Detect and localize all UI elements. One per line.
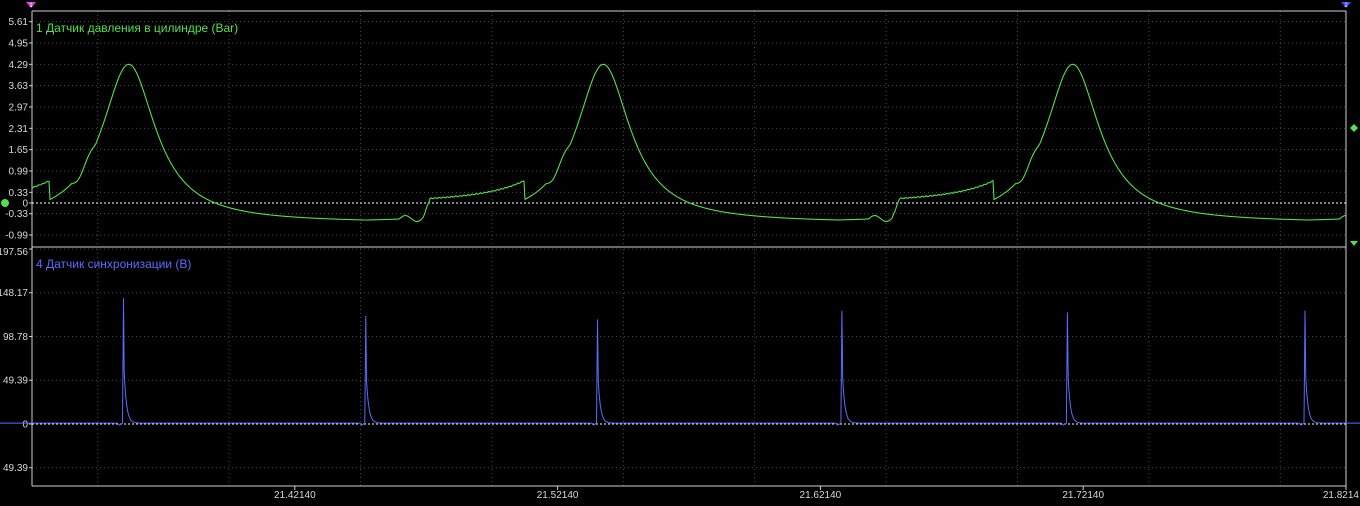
x-tick-label: 21.62140 [800, 490, 842, 501]
pressure-y-tick-label: 0.99 [9, 166, 29, 177]
pressure-y-tick-label: -0.99 [5, 230, 28, 241]
sync-y-tick-label: 197.56 [0, 247, 28, 258]
sync-y-axis: 197.56 148.17 98.78 49.39 0 49.39 [0, 247, 32, 474]
pressure-chart-title: 1 Датчик давления в цилиндре (Bar) [36, 21, 238, 35]
pressure-y-tick-label: -0.33 [5, 209, 28, 220]
sync-y-tick-label: 49.39 [3, 463, 28, 474]
pressure-y-tick-label: 0.33 [9, 188, 29, 199]
oscilloscope-view[interactable]: 5.614.954.293.632.972.311.650.990.330-0.… [0, 0, 1360, 506]
pressure-y-tick-label: 1.65 [9, 145, 29, 156]
sync-grid [32, 248, 1346, 486]
x-tick-label: 21.42140 [274, 490, 316, 501]
x-tick-label: 21.8214 [1323, 490, 1360, 501]
pressure-y-tick-label: 2.31 [9, 124, 29, 135]
pressure-offset-handle[interactable] [1, 199, 9, 207]
sync-y-tick-label: 148.17 [0, 288, 28, 299]
pressure-y-tick-label: 2.97 [9, 102, 29, 113]
sync-series-line [0, 298, 1360, 426]
pressure-grid [32, 11, 1346, 245]
trigger-level-handle[interactable] [1350, 124, 1358, 132]
cursor-marker-2[interactable]: 2 [1341, 2, 1351, 9]
sync-y-tick-label: 0 [22, 419, 28, 430]
sync-y-tick-label: 98.78 [3, 332, 28, 343]
x-tick-label: 21.72140 [1062, 490, 1104, 501]
pressure-y-tick-label: 4.29 [9, 60, 29, 71]
pressure-y-tick-label: 3.63 [9, 81, 29, 92]
pressure-y-axis: 5.614.954.293.632.972.311.650.990.330-0.… [5, 17, 32, 241]
sync-y-tick-label: 49.39 [3, 376, 28, 387]
cursor-marker-1[interactable]: 1 [26, 2, 36, 9]
sync-chart-title: 4 Датчик синхронизации (В) [36, 257, 191, 271]
pressure-y-tick-label: 5.61 [9, 17, 29, 28]
time-x-axis: 21.42140 21.52140 21.62140 21.72140 21.8214 [274, 486, 1359, 501]
pressure-y-tick-label: 0 [22, 198, 28, 209]
scroll-down-arrow[interactable] [1350, 241, 1358, 246]
pressure-y-tick-label: 4.95 [9, 38, 29, 49]
x-tick-label: 21.52140 [537, 490, 579, 501]
